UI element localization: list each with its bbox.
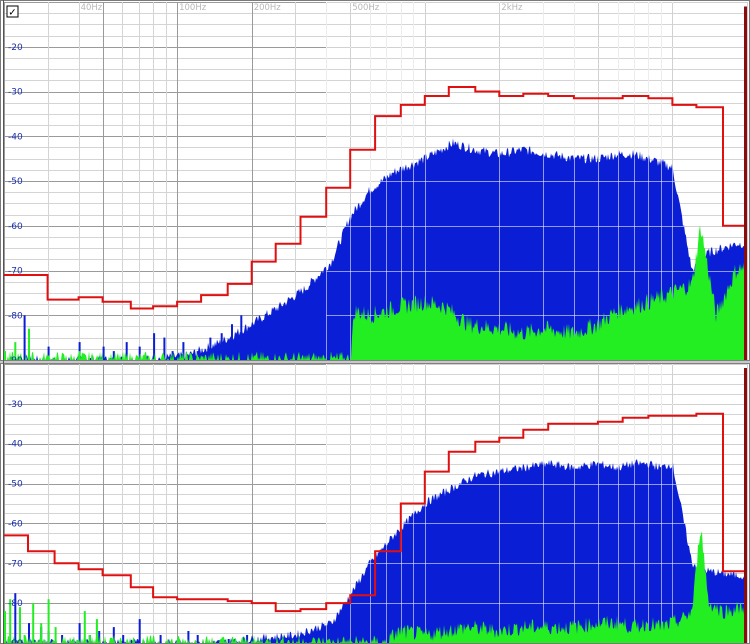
green-spike xyxy=(23,635,26,643)
spectrum-analyzer: -20-30-40-50-60-70-80-9040Hz100Hz200Hz50… xyxy=(0,0,750,644)
blue-spike xyxy=(138,619,141,643)
green-spike xyxy=(28,328,30,360)
peak-level-bar xyxy=(744,368,747,643)
green-spike xyxy=(4,611,6,643)
blue-spike xyxy=(23,315,26,361)
y-tick-label: -30 xyxy=(8,400,23,410)
x-tick-label: 40Hz xyxy=(81,3,103,13)
y-tick-label: -70 xyxy=(8,559,23,569)
blue-spike xyxy=(227,639,230,643)
green-spike xyxy=(47,599,50,643)
blue-spike xyxy=(196,635,199,643)
blue-spike xyxy=(122,635,125,643)
x-tick-label: 2kHz xyxy=(501,3,523,13)
green-spike xyxy=(91,355,94,360)
y-tick-label: -20 xyxy=(8,43,23,53)
green-spike xyxy=(54,627,57,643)
y-tick-label: -80 xyxy=(8,311,23,321)
blue-spike xyxy=(102,346,105,360)
y-tick-label: -60 xyxy=(8,519,23,529)
x-tick-label: 100Hz xyxy=(179,3,207,13)
x-tick-label: 200Hz xyxy=(254,3,282,13)
green-spike xyxy=(19,607,21,643)
green-spike xyxy=(83,355,86,360)
green-spike xyxy=(95,619,98,643)
green-spike xyxy=(47,355,50,360)
blue-spike xyxy=(231,324,233,360)
y-tick-label: -50 xyxy=(8,480,23,490)
y-tick-label: -50 xyxy=(8,177,23,187)
y-tick-label: -30 xyxy=(8,88,23,98)
green-spike xyxy=(32,603,35,643)
enable-checkbox[interactable]: ✓ xyxy=(6,5,19,19)
y-tick-label: -70 xyxy=(8,267,23,277)
green-spike xyxy=(88,635,91,643)
enable-checkbox-check: ✓ xyxy=(8,8,16,19)
blue-spike xyxy=(240,315,243,361)
y-tick-label: -40 xyxy=(8,132,23,142)
green-spike xyxy=(78,351,81,360)
blue-spike xyxy=(159,635,162,643)
y-tick-label: -40 xyxy=(8,440,23,450)
y-tick-label: -80 xyxy=(8,599,23,609)
green-spike xyxy=(40,623,43,643)
x-tick-label: 500Hz xyxy=(352,3,380,13)
green-spike xyxy=(4,351,6,360)
bottom-spectrum-panel: -30-40-50-60-70-80-90 xyxy=(4,364,748,644)
green-spike xyxy=(83,611,86,643)
y-tick-label: -60 xyxy=(8,222,23,232)
top-spectrum-panel: -20-30-40-50-60-70-80-9040Hz100Hz200Hz50… xyxy=(4,2,748,366)
peak-level-bar xyxy=(744,6,747,360)
